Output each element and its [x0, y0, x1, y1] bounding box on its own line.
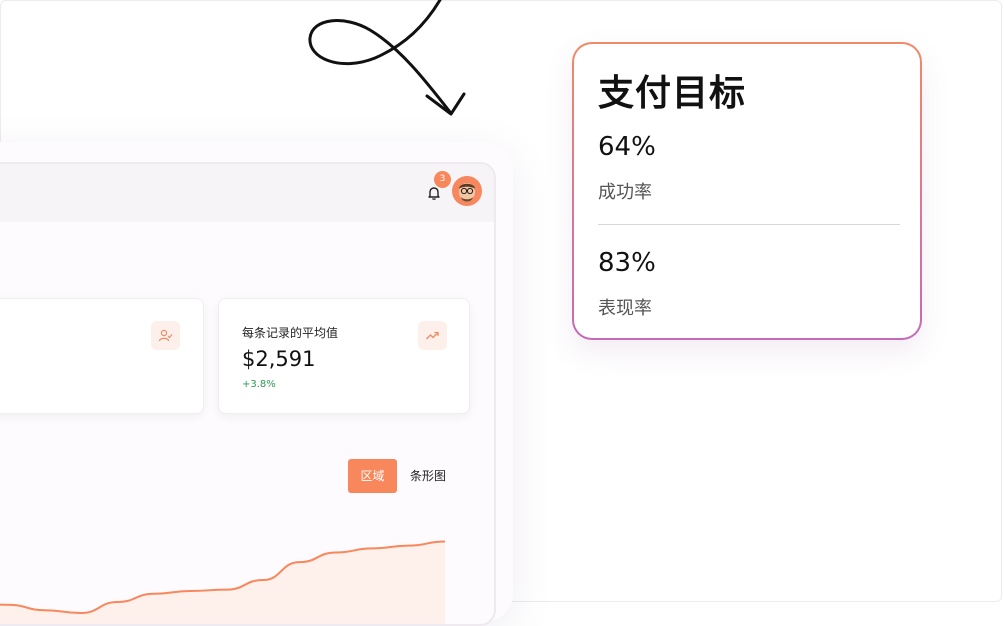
- performance-rate-label: 表现率: [598, 298, 652, 319]
- stat-card-average-per-record: 每条记录的平均值 $2,591 +3.8%: [218, 298, 470, 414]
- success-rate-label: 成功率: [598, 182, 652, 203]
- notification-badge: 3: [434, 171, 451, 188]
- area-chart: [0, 540, 446, 624]
- bar-chart-button[interactable]: 条形图: [406, 459, 450, 493]
- agents-icon: [151, 321, 180, 350]
- performance-rate-value: 83%: [598, 248, 656, 278]
- stat-change: +3.8%: [242, 379, 276, 390]
- stat-label: 每条记录的平均值: [242, 326, 339, 340]
- dashboard-screen: 3 代理 % 每条记录的平均值 $2,591 +3.8%: [0, 162, 496, 626]
- user-avatar[interactable]: [452, 176, 482, 206]
- divider: [598, 224, 900, 225]
- decorative-arrow-icon: [308, 0, 466, 116]
- avatar-face-icon: [459, 183, 475, 202]
- payment-goal-card: 支付目标 64% 成功率 83% 表现率: [572, 42, 922, 340]
- area-chart-button[interactable]: 区域: [348, 459, 397, 493]
- stat-value: $2,591: [242, 347, 316, 371]
- trending-up-icon: [418, 321, 447, 350]
- payment-goal-title: 支付目标: [598, 73, 747, 114]
- stat-card-agents: 代理 %: [0, 298, 204, 414]
- top-bar: 3: [0, 164, 494, 222]
- success-rate-value: 64%: [598, 132, 656, 162]
